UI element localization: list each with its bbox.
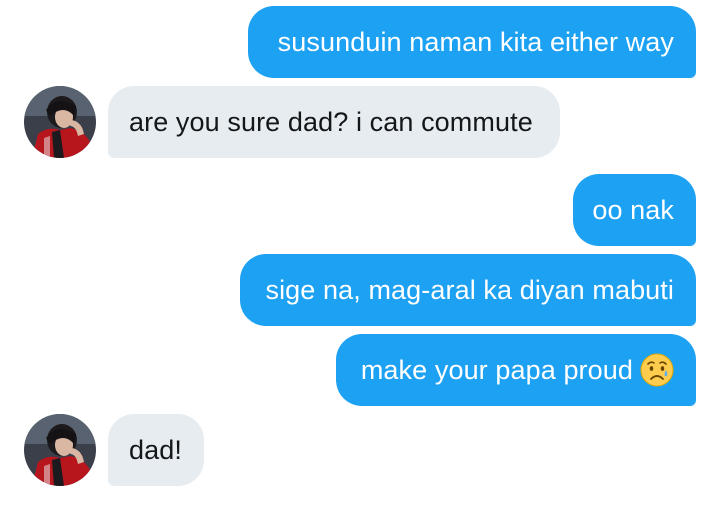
message-bubble-sent[interactable]: susunduin naman kita either way [248,6,696,78]
message-text: are you sure dad? i can commute [129,106,533,137]
avatar-photo [24,86,96,158]
avatar-photo [24,414,96,486]
message-text: make your papa proud [360,354,633,385]
message-text: susunduin naman kita either way [277,26,674,57]
message-bubble-received[interactable]: dad! [108,414,204,486]
message-text: oo nak [592,194,674,225]
contact-avatar[interactable] [24,86,96,158]
message-bubble-sent[interactable]: oo nak [573,174,696,246]
message-bubble-sent[interactable]: make your papa proud [336,334,696,406]
disappointed-relieved-face-icon [640,353,674,387]
message-bubble-received[interactable]: are you sure dad? i can commute [108,86,560,158]
contact-avatar[interactable] [24,414,96,486]
message-text: dad! [129,434,182,465]
message-text: sige na, mag-aral ka diyan mabuti [265,274,674,305]
message-bubble-sent[interactable]: sige na, mag-aral ka diyan mabuti [240,254,696,326]
